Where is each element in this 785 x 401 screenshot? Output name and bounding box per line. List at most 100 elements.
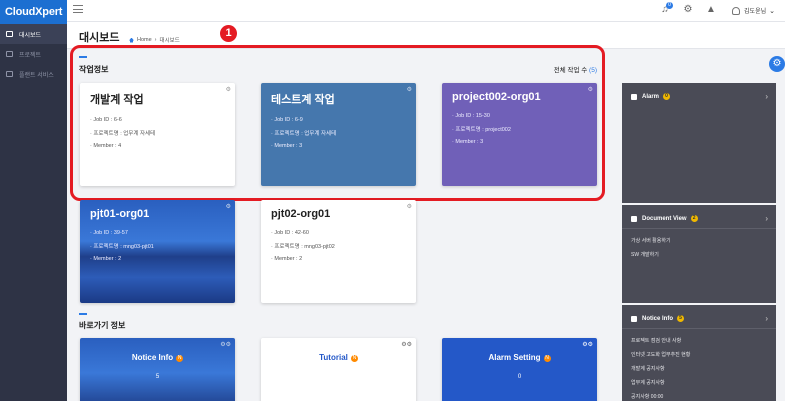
work-card-job-id: · Job ID : 39-57 <box>90 230 128 236</box>
service-icon <box>6 71 13 77</box>
alarm-badge: 0 <box>663 93 671 100</box>
user-name: 김도윤님 <box>744 9 767 15</box>
work-card-member: · Member : 2 <box>90 256 122 262</box>
shortcut-value: 5 <box>155 374 160 380</box>
callout-marker: 1 <box>220 25 237 42</box>
work-card-job-id: · Job ID : 42-60 <box>271 230 309 236</box>
notification-badge: 0 <box>666 2 673 9</box>
shortcut-card-tutorial[interactable]: ⚙⚙ Tutorial N <box>261 338 416 401</box>
work-card-project: · 프로젝트명 : mng03-pjt01 <box>90 244 154 250</box>
work-card[interactable]: ⚙ 개발계 작업 · Job ID : 6-6 · 프로젝트명 : 업무계 자세… <box>80 83 235 186</box>
list-item[interactable]: 가상 서버 활용하기 <box>631 237 776 244</box>
work-card[interactable]: ⚙ 테스트계 작업 · Job ID : 6-9 · 프로젝트명 : 업무계 자… <box>261 83 416 186</box>
graduation-cap-icon[interactable]: ▲ <box>706 5 716 15</box>
list-item[interactable]: 프로젝트 점검 안내 사항 <box>631 337 776 344</box>
card-settings-icon[interactable]: ⚙⚙ <box>220 341 231 348</box>
shortcut-card-alarm-setting[interactable]: ⚙⚙ Alarm Setting N 0 <box>442 338 597 401</box>
notice-info-badge: 5 <box>677 315 684 322</box>
card-settings-icon[interactable]: ⚙⚙ <box>582 341 593 348</box>
app-logo[interactable]: CloudXpert <box>0 0 67 24</box>
document-view-title: Document View <box>642 215 687 222</box>
dashboard-icon <box>6 31 13 37</box>
work-card-member: · Member : 4 <box>90 143 122 149</box>
user-menu[interactable]: 김도윤님 ⌄ <box>732 6 775 15</box>
breadcrumb-home[interactable]: Home <box>137 37 152 43</box>
message-icon <box>631 315 637 322</box>
list-item[interactable]: 업무계 공지사항 <box>631 379 776 386</box>
chevron-right-icon[interactable]: › <box>765 214 768 223</box>
list-item[interactable]: SW 개발하기 <box>631 251 776 258</box>
work-card-member: · Member : 3 <box>452 139 484 145</box>
document-list: 가상 서버 활용하기 SW 개발하기 <box>622 229 776 258</box>
card-settings-icon[interactable]: ⚙ <box>407 203 412 210</box>
sidebar-item-plant-service[interactable]: 플랜트 서비스 <box>0 64 67 84</box>
work-card-member: · Member : 3 <box>271 143 303 149</box>
work-card-title: project002-org01 <box>452 91 541 103</box>
work-card[interactable]: ⚙ pjt02-org01 · Job ID : 42-60 · 프로젝트명 :… <box>261 200 416 303</box>
alarm-header: Alarm 0 <box>622 83 776 100</box>
chevron-right-icon[interactable]: › <box>765 314 768 323</box>
document-view-panel[interactable]: Document View 2 › 가상 서버 활용하기 SW 개발하기 <box>622 205 776 303</box>
work-card-title: pjt01-org01 <box>90 208 150 220</box>
work-card-member: · Member : 2 <box>271 256 303 262</box>
alarm-panel[interactable]: Alarm 0 › <box>622 83 776 203</box>
work-card[interactable]: ⚙ project002-org01 · Job ID : 15-30 · 프로… <box>442 83 597 186</box>
sidebar: CloudXpert 대시보드 프로젝트 플랜트 서비스 <box>0 0 67 401</box>
work-card-job-id: · Job ID : 15-30 <box>452 113 490 119</box>
shortcut-title: Tutorial <box>319 353 348 362</box>
chevron-down-icon: ⌄ <box>769 7 775 15</box>
work-card-job-id: · Job ID : 6-6 <box>90 117 122 123</box>
work-card-job-id: · Job ID : 6-9 <box>271 117 303 123</box>
work-card-title: 개발계 작업 <box>90 94 144 106</box>
user-icon <box>732 6 741 15</box>
alarm-title: Alarm <box>642 93 660 100</box>
sidebar-item-project[interactable]: 프로젝트 <box>0 44 67 64</box>
breadcrumb-current: 대시보드 <box>159 38 180 44</box>
card-settings-icon[interactable]: ⚙ <box>588 86 593 93</box>
notification-bell-icon[interactable]: ♫ 0 <box>660 2 673 15</box>
section-accent-line <box>79 313 87 315</box>
sidebar-item-label: 플랜트 서비스 <box>19 72 54 79</box>
notice-info-header: Notice Info 5 <box>622 305 776 322</box>
menu-toggle-icon[interactable] <box>73 5 83 13</box>
project-icon <box>6 51 13 57</box>
card-settings-icon[interactable]: ⚙⚙ <box>401 341 412 348</box>
work-card[interactable]: ⚙ pjt01-org01 · Job ID : 39-57 · 프로젝트명 :… <box>80 200 235 303</box>
shortcut-title: Alarm Setting <box>488 353 541 362</box>
sidebar-item-dashboard[interactable]: 대시보드 <box>0 24 67 44</box>
work-card-project: · 프로젝트명 : mng03-pjt02 <box>271 244 335 250</box>
list-item[interactable]: 인터넷 고도화 업무추진 현황 <box>631 351 776 358</box>
graduation-cap-icon <box>631 215 637 222</box>
notice-info-panel[interactable]: Notice Info 5 › 프로젝트 점검 안내 사항 인터넷 고도화 업무… <box>622 305 776 401</box>
breadcrumb-separator: › <box>154 37 157 43</box>
settings-gear-icon[interactable]: ⚙ <box>683 5 693 15</box>
home-icon[interactable] <box>129 37 134 43</box>
notice-list: 프로젝트 점검 안내 사항 인터넷 고도화 업무추진 현황 개발계 공지사항 업… <box>622 329 776 400</box>
work-card-project: · 프로젝트명 : 업무계 자세테 <box>90 131 156 137</box>
list-item[interactable]: 공지사항 00:00 <box>631 393 776 400</box>
document-view-header: Document View 2 <box>622 205 776 222</box>
new-badge: N <box>543 355 551 362</box>
chevron-right-icon[interactable]: › <box>765 92 768 101</box>
work-card-project: · 프로젝트명 : 업무계 자세테 <box>271 131 337 137</box>
notice-info-title: Notice Info <box>642 315 673 322</box>
shortcut-value: 0 <box>517 374 522 380</box>
document-view-badge: 2 <box>690 215 698 222</box>
card-settings-icon[interactable]: ⚙ <box>226 86 231 93</box>
card-settings-icon[interactable]: ⚙ <box>226 203 231 210</box>
list-item[interactable]: 개발계 공지사항 <box>631 365 776 372</box>
shortcut-card-notice[interactable]: ⚙⚙ Notice Info N 5 <box>80 338 235 401</box>
shortcut-title: Notice Info <box>131 353 174 362</box>
settings-fab-icon[interactable]: ⚙ <box>769 56 785 72</box>
new-badge: N <box>350 355 358 362</box>
page-title: 대시보드 <box>79 32 120 44</box>
card-settings-icon[interactable]: ⚙ <box>407 86 412 93</box>
shortcut-section-title: 바로가기 정보 <box>79 321 126 330</box>
work-card-project: · 프로젝트명 : project002 <box>452 127 511 133</box>
bell-icon <box>631 93 637 100</box>
new-badge: N <box>176 355 184 362</box>
breadcrumb: Home › 대시보드 <box>129 36 180 44</box>
top-bar: ♫ 0 ⚙ ▲ 김도윤님 ⌄ <box>67 0 785 22</box>
sidebar-item-label: 대시보드 <box>19 32 42 39</box>
work-card-title: 테스트계 작업 <box>271 94 335 106</box>
